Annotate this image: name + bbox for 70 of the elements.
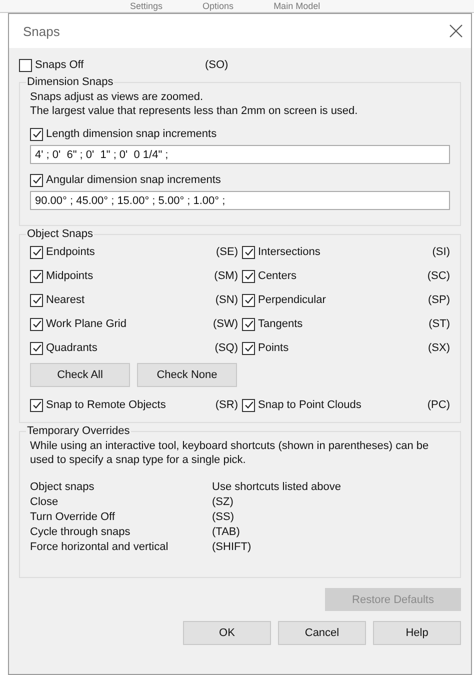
checkbox-label: Snaps Off (35, 59, 85, 71)
shortcut-label: (SM) (214, 270, 238, 282)
toolbar-label: Settings (130, 0, 163, 12)
toolbar-label: Options (202, 0, 234, 12)
checkbox-label: Tangents (258, 318, 304, 330)
checkbox[interactable] (30, 270, 43, 282)
check-button[interactable]: Check None (137, 363, 237, 387)
checkbox-label: Points (258, 342, 290, 354)
checkbox[interactable] (242, 318, 255, 330)
shortcut-label: Use shortcuts listed above (212, 481, 342, 493)
checkbox-label: Endpoints (46, 246, 96, 258)
checkbox-label: Intersections (258, 246, 322, 258)
action-label: Cycle through snaps (30, 526, 132, 538)
checkbox-label: Perpendicular (258, 294, 327, 306)
checkbox[interactable] (30, 246, 43, 258)
checkbox[interactable] (30, 318, 43, 330)
toolbar-label: Main Model (274, 0, 320, 12)
checkbox[interactable] (19, 58, 32, 72)
group-title: Object Snaps (26, 228, 94, 240)
input-field[interactable]: 90.00° ; 45.00° ; 15.00° ; 5.00° ; 1.00° ; (30, 191, 450, 210)
shortcut-label: (SN) (215, 294, 238, 306)
shortcut-label: (SE) (216, 246, 238, 258)
action-label: Force horizontal and vertical (30, 541, 170, 553)
checkbox-label: Snap to Remote Objects (46, 399, 167, 411)
shortcut-label: (TAB) (212, 526, 241, 538)
checkbox[interactable] (242, 294, 255, 306)
description-text: Snaps adjust as views are zoomed. The largest value that represents less than 2mm on screen is used. (30, 90, 359, 118)
help-button[interactable]: Help (373, 621, 461, 645)
checkbox-label: Nearest (46, 294, 86, 306)
checkbox[interactable] (242, 246, 255, 258)
checkbox[interactable] (30, 398, 43, 412)
shortcut-label: (PC) (427, 399, 450, 411)
action-label: Close (30, 496, 60, 508)
shortcut-label: (SC) (427, 270, 450, 282)
checkbox-label: Centers (258, 270, 298, 282)
description-text: While using an interactive tool, keyboard shortcuts (shown in parentheses) can be used to specify a snap type for a single pick. (30, 439, 430, 467)
shortcut-label: (SR) (215, 399, 238, 411)
checkbox[interactable] (30, 342, 43, 354)
shortcut-label: (SO) (205, 59, 228, 71)
action-label: Turn Override Off (30, 511, 116, 523)
input-field[interactable]: 4' ; 0' 6" ; 0' 1" ; 0' 0 1/4" ; (30, 145, 450, 164)
shortcut-label: (SI) (432, 246, 450, 258)
checkbox-label: Length dimension snap increments (46, 128, 217, 140)
shortcut-label: (SP) (428, 294, 450, 306)
checkbox[interactable] (242, 398, 255, 412)
shortcut-label: (SX) (428, 342, 450, 354)
shortcut-label: (SW) (212, 318, 238, 330)
shortcut-label: (SQ) (214, 342, 238, 354)
checkbox[interactable] (242, 342, 255, 354)
checkbox-label: Midpoints (46, 270, 94, 282)
checkbox-label: Angular dimension snap increments (46, 174, 221, 186)
checkbox[interactable] (30, 174, 43, 186)
ok-button[interactable]: OK (183, 621, 271, 645)
check-button[interactable]: Check All (30, 363, 130, 387)
action-label: Object snaps (30, 481, 96, 493)
group-title: Dimension Snaps (26, 76, 114, 88)
shortcut-label: (SZ) (212, 496, 234, 508)
group-title: Temporary Overrides (26, 425, 131, 437)
checkbox[interactable] (242, 270, 255, 282)
checkbox-label: Quadrants (46, 342, 98, 354)
shortcut-label: (ST) (428, 318, 450, 330)
shortcut-label: (SHIFT) (212, 541, 252, 553)
shortcut-label: (SS) (212, 511, 235, 523)
checkbox[interactable] (30, 128, 43, 140)
checkbox[interactable] (30, 294, 43, 306)
window-title: Snaps (23, 24, 60, 38)
checkbox-label: Work Plane Grid (46, 318, 128, 330)
checkbox-label: Snap to Point Clouds (258, 399, 362, 411)
close-icon[interactable] (449, 24, 463, 38)
cancel-button[interactable]: Cancel (278, 621, 366, 645)
